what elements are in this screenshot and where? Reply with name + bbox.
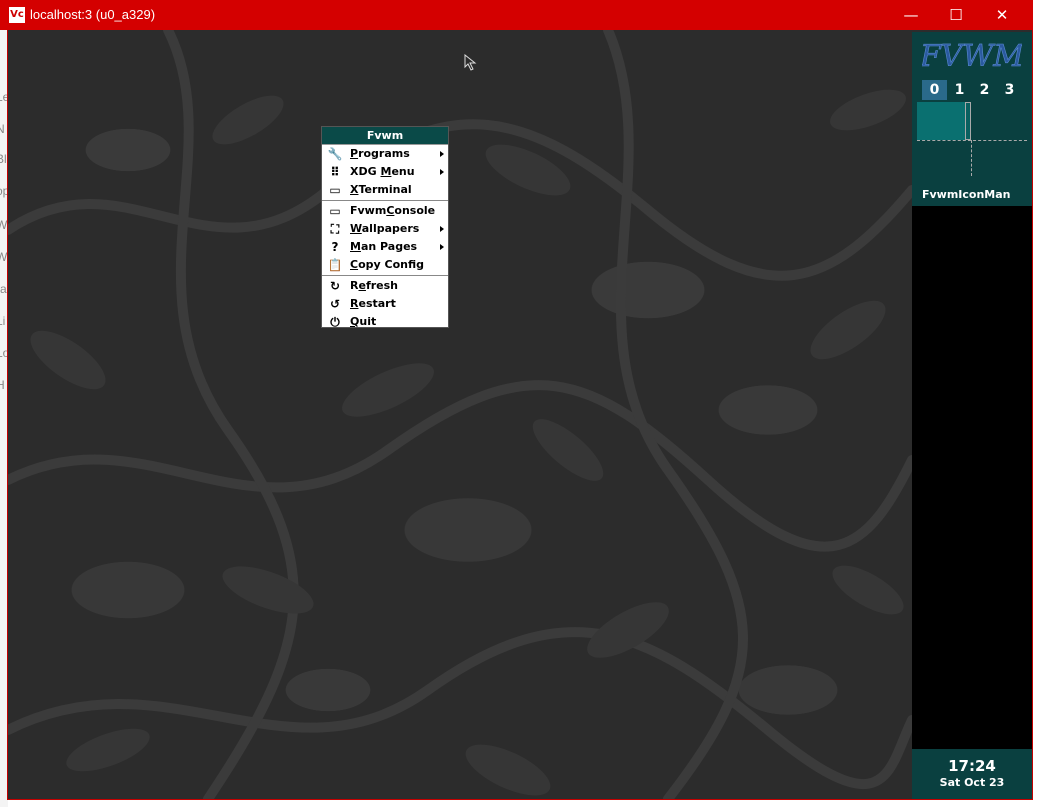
clock-date: Sat Oct 23	[939, 776, 1005, 789]
menu-separator	[322, 200, 448, 201]
menu-item[interactable]: ↺ Restart	[322, 295, 448, 313]
menu-item-label: XTerminal	[350, 183, 412, 196]
floral-pattern	[8, 30, 912, 799]
menu-item-label: Copy Config	[350, 258, 424, 271]
menu-item-label: Programs	[350, 147, 410, 160]
wrench-icon: 🔧	[327, 147, 343, 161]
menu-item-label: Refresh	[350, 279, 399, 292]
clock-time: 17:24	[948, 757, 996, 775]
submenu-arrow-icon	[440, 226, 444, 232]
desktop-wallpaper[interactable]	[8, 30, 912, 799]
pager-page-divider	[917, 140, 1027, 141]
pager-window-thumbnail[interactable]	[917, 102, 965, 140]
fvwm-root-menu: Fvwm 🔧 Programs ⠿ XDG Menu ▭ XTerminal ▭ FvwmCo…	[321, 126, 449, 331]
maximize-button[interactable]: ☐	[933, 0, 979, 30]
close-button[interactable]: ✕	[979, 0, 1025, 30]
menu-item[interactable]: ⏻ Quit	[322, 313, 448, 331]
menu-item[interactable]: ▭ XTerminal	[322, 181, 448, 199]
background-window-text: ra	[0, 282, 7, 296]
menu-item-label: Man Pages	[350, 240, 418, 253]
desk-selector: 0123	[922, 80, 1022, 100]
pager-window-thumbnail[interactable]	[965, 102, 971, 140]
svg-text:FVWM: FVWM	[922, 39, 1022, 74]
menu-item-label: XDG Menu	[350, 165, 415, 178]
window-title: localhost:3 (u0_a329)	[30, 7, 156, 22]
desk-button-2[interactable]: 2	[972, 80, 997, 100]
fvwm-logo-icon: FVWM	[922, 39, 1022, 75]
background-window-text: Bl	[0, 152, 7, 166]
fvwm-pager[interactable]	[917, 102, 1027, 176]
menu-item[interactable]: 📋 Copy Config	[322, 256, 448, 274]
refresh-icon: ↻	[329, 279, 341, 293]
grid-icon: ⠿	[330, 165, 340, 179]
mouse-pointer-icon	[464, 54, 477, 71]
menu-title: Fvwm	[322, 127, 448, 145]
menu-item[interactable]: ▭ FvwmConsole	[322, 202, 448, 220]
desk-button-0[interactable]: 0	[922, 80, 947, 100]
menu-item[interactable]: ⛶ Wallpapers	[322, 220, 448, 238]
console-window-icon: ▭	[329, 204, 341, 218]
panel-top: FVWM 0123 FvwmIconMan	[912, 32, 1032, 206]
terminal-window-icon: ▭	[329, 183, 341, 197]
menu-item[interactable]: 🔧 Programs	[322, 145, 448, 163]
iconman-label: FvwmIconMan	[922, 188, 1011, 201]
pager-page-divider	[971, 140, 972, 176]
menu-item[interactable]: ⠿ XDG Menu	[322, 163, 448, 181]
submenu-arrow-icon	[440, 151, 444, 157]
menu-separator	[322, 275, 448, 276]
background-window-text: H	[0, 378, 5, 392]
background-window-text: Li	[0, 314, 6, 328]
submenu-arrow-icon	[440, 244, 444, 250]
minimize-button[interactable]: —	[888, 0, 934, 30]
menu-item-label: FvwmConsole	[350, 204, 436, 217]
fvwm-side-panel: FVWM 0123 FvwmIconMan 17:24 Sat Oct 23	[912, 32, 1032, 799]
submenu-arrow-icon	[440, 169, 444, 175]
window-titlebar[interactable]: Vc localhost:3 (u0_a329) — ☐ ✕	[0, 0, 1033, 30]
clock-widget: 17:24 Sat Oct 23	[912, 749, 1032, 799]
wallpaper-icon: ⛶	[330, 222, 340, 236]
help-icon: ?	[331, 240, 339, 254]
menu-item[interactable]: ? Man Pages	[322, 238, 448, 256]
vcxsrv-app-icon[interactable]: Vc	[9, 7, 25, 23]
menu-item[interactable]: ↻ Refresh	[322, 277, 448, 295]
menu-item-label: Restart	[350, 297, 396, 310]
desk-button-3[interactable]: 3	[997, 80, 1022, 100]
clipboard-icon: 📋	[327, 258, 343, 272]
power-icon: ⏻	[330, 315, 340, 329]
menu-item-label: Wallpapers	[350, 222, 420, 235]
restart-icon: ↺	[329, 297, 341, 311]
menu-item-label: Quit	[350, 315, 377, 328]
desk-button-1[interactable]: 1	[947, 80, 972, 100]
background-window-text: N	[0, 122, 5, 136]
